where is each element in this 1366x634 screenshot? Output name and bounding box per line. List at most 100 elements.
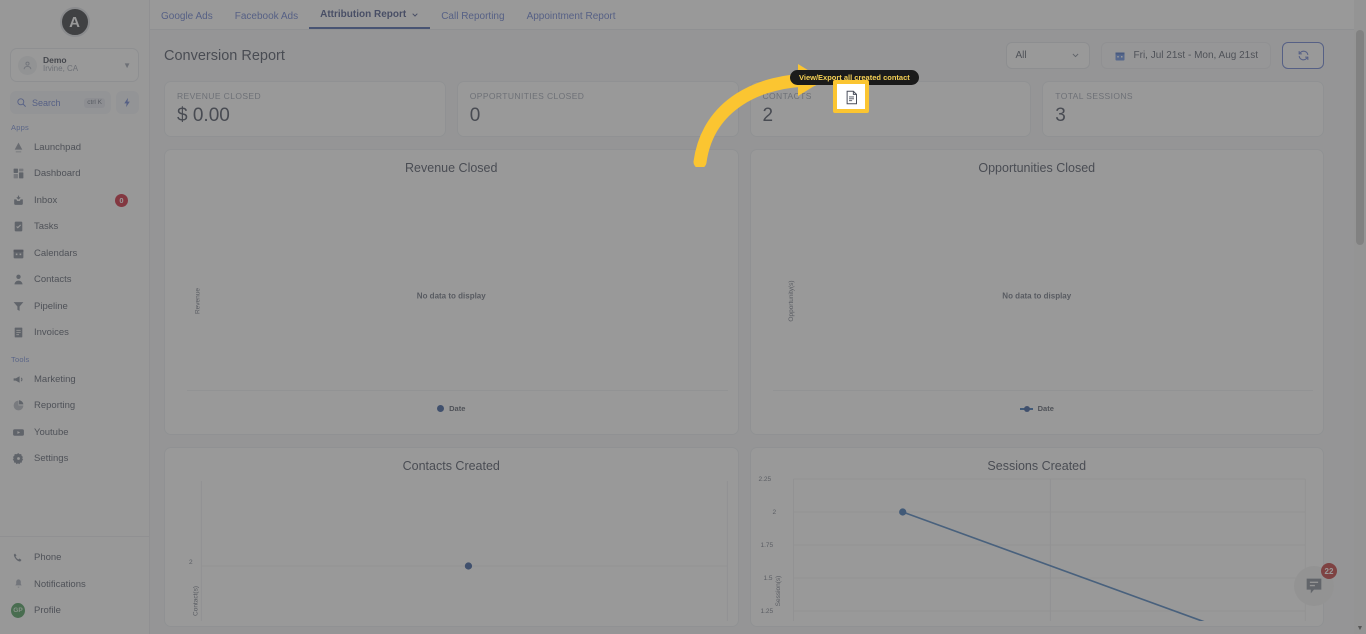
sidebar-item-label: Notifications [34,578,86,590]
tab-appointment-report[interactable]: Appointment Report [516,11,627,29]
chart-card-revenue-closed: Revenue Closed Revenue No data to displa… [164,149,739,435]
legend-label: Date [1037,404,1054,413]
refresh-icon [1298,50,1308,61]
kpi-label: REVENUE CLOSED [177,91,262,101]
sidebar-item-label: Phone [34,552,62,564]
sidebar-item-inbox[interactable]: Inbox 0 [0,187,149,214]
sidebar-item-dashboard[interactable]: Dashboard [0,161,149,188]
sidebar-item-label: Calendars [34,247,78,259]
app-window: A Demo Irvine, CA ▼ Search ctrl K Apps L… [0,0,1366,634]
sidebar-item-calendars[interactable]: Calendars [0,240,149,267]
sidebar-bottom: Phone Notifications GP Profile [0,535,149,634]
account-avatar-icon [18,55,37,75]
sidebar-item-label: Inbox [34,194,58,206]
sidebar-item-notifications[interactable]: Notifications [0,571,149,598]
nav-section-label-apps: Apps [11,123,29,132]
avatar-initials: GP [11,603,25,619]
sidebar-item-marketing[interactable]: Marketing [0,366,149,393]
search-row: Search ctrl K [10,91,139,114]
sidebar-item-label: Contacts [34,274,72,286]
sidebar-item-phone[interactable]: Phone [0,545,149,572]
sidebar-item-label: Reporting [34,400,76,412]
chart-title: Revenue Closed [405,161,498,175]
inbox-badge: 0 [115,193,128,207]
search-input[interactable]: Search ctrl K [10,91,111,114]
search-label: Search [32,97,61,108]
sidebar-item-label: Tasks [34,221,59,233]
chart-body: Contact(s) 2 [165,473,738,621]
chevron-down-icon [412,12,418,17]
tab-facebook-ads[interactable]: Facebook Ads [224,11,309,29]
chart-y-tick: 1.75 [760,542,774,549]
sidebar-item-reporting[interactable]: Reporting [0,393,149,420]
kpi-value: 3 [1055,105,1066,126]
dashboard-icon [11,167,25,181]
tasks-icon [11,220,25,234]
chat-bubble-icon [1306,578,1322,594]
chart-y-tick: 1.25 [760,608,774,615]
account-switcher[interactable]: Demo Irvine, CA ▼ [10,48,139,82]
chart-plot-sessions-created [792,478,1306,634]
legend-marker-icon [437,405,445,412]
chart-empty-message: No data to display [416,291,486,301]
chart-legend[interactable]: Date [165,404,738,413]
tab-label: Attribution Report [320,9,407,20]
sidebar-item-settings[interactable]: Settings [0,446,149,473]
chart-body: Revenue No data to display Date [165,175,738,427]
sidebar-item-invoices[interactable]: Invoices [0,320,149,347]
date-range-picker[interactable]: Fri, Jul 21st - Mon, Aug 21st [1100,42,1271,69]
chart-card-contacts-created: Contacts Created Contact(s) 2 [164,447,739,627]
sidebar-item-launchpad[interactable]: Launchpad [0,134,149,161]
chart-y-axis-label: Contact(s) [192,586,200,616]
kpi-value: 0 [469,105,481,126]
tab-call-reporting[interactable]: Call Reporting [430,11,515,29]
kpi-label: OPPORTUNITIES CLOSED [469,91,585,101]
launchpad-icon [11,140,25,154]
bell-icon [11,577,25,591]
chart-empty-message: No data to display [1002,291,1072,301]
export-document-icon [846,90,857,105]
pipeline-icon [11,299,25,313]
chart-y-tick: 2 [772,509,777,516]
sidebar-item-tasks[interactable]: Tasks [0,214,149,241]
kpi-label: TOTAL SESSIONS [1055,91,1133,101]
account-text: Demo Irvine, CA [43,56,117,73]
scrollbar-thumb[interactable] [1356,30,1364,245]
account-location: Irvine, CA [43,64,79,74]
chart-legend[interactable]: Date [751,404,1324,413]
tab-attribution-report[interactable]: Attribution Report [309,9,431,29]
tab-google-ads[interactable]: Google Ads [150,11,224,29]
chart-x-axis [772,390,1313,391]
header-controls: All Fri, Jul 21st - Mon, Aug 21st [1005,42,1324,69]
legend-label: Date [449,404,466,413]
filter-select[interactable]: All [1005,42,1090,69]
app-logo[interactable]: A [59,7,90,37]
kpi-value: $ 0.00 [177,105,230,126]
top-tabbar: Google Ads Facebook Ads Attribution Repo… [132,0,1366,30]
sidebar-item-contacts[interactable]: Contacts [0,267,149,294]
youtube-icon [11,425,25,439]
sidebar-item-profile[interactable]: GP Profile [0,598,149,625]
chart-title: Sessions Created [987,459,1087,473]
contacts-icon [11,273,25,287]
chart-y-tick: 1.5 [763,575,773,582]
gear-icon [11,452,25,466]
sidebar-item-label: Dashboard [34,168,81,180]
chart-plot-contacts-created [200,481,728,621]
sidebar-item-youtube[interactable]: Youtube [0,419,149,446]
sidebar-item-label: Launchpad [34,141,82,153]
calendar-icon [1115,52,1124,60]
chart-row-bottom: Contacts Created Contact(s) 2 Sessions C… [150,435,1354,634]
page-scrollbar[interactable]: ▼ [1354,0,1366,634]
refresh-button[interactable] [1282,42,1324,69]
export-contacts-button[interactable] [1002,90,1021,109]
annotation-highlight-box[interactable] [833,80,869,113]
sidebar-item-label: Pipeline [34,300,68,312]
quick-action-button[interactable] [116,91,139,114]
bolt-icon [124,97,130,108]
sidebar-item-pipeline[interactable]: Pipeline [0,293,149,320]
nav-section-label-tools: Tools [11,355,30,364]
chat-widget-button[interactable]: 22 [1294,563,1337,606]
page-title: Conversion Report [164,47,285,64]
scroll-down-arrow-icon[interactable]: ▼ [1354,622,1366,634]
